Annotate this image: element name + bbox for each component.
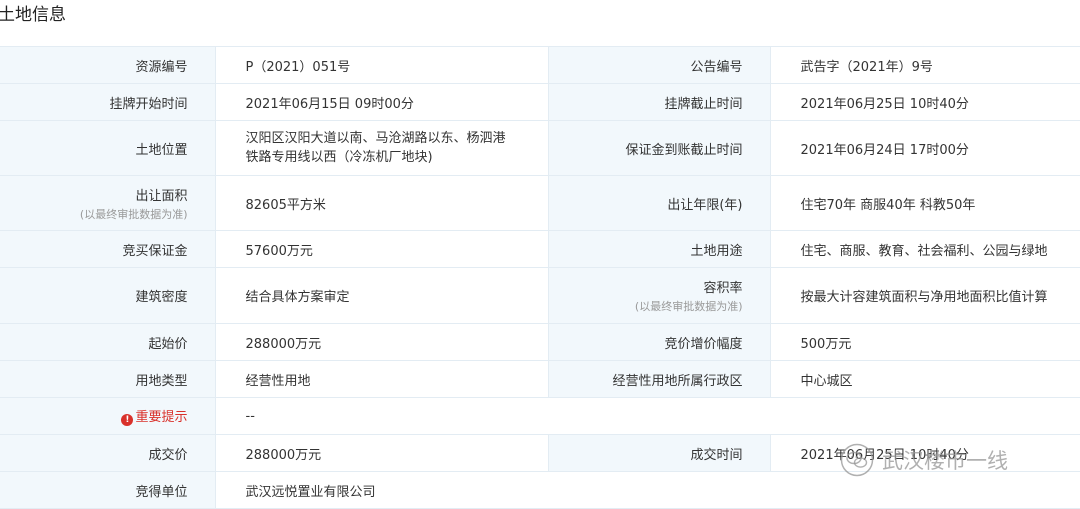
table-row: 建筑密度 结合具体方案审定 容积率 (以最终审批数据为准) 按最大计容建筑面积与… — [0, 267, 1080, 324]
label-winning-bidder: 竞得单位 — [0, 471, 216, 509]
table-row: 成交价 288000万元 成交时间 2021年06月25日 10时40分 — [0, 434, 1080, 472]
label-deposit-deadline: 保证金到账截止时间 — [548, 120, 771, 176]
label-listing-start: 挂牌开始时间 — [0, 83, 216, 121]
value-bid-deposit: 57600万元 — [215, 230, 549, 268]
value-starting-price: 288000万元 — [215, 323, 549, 361]
table-row: 竞买保证金 57600万元 土地用途 住宅、商服、教育、社会福利、公园与绿地 — [0, 230, 1080, 268]
table-row: 用地类型 经营性用地 经营性用地所属行政区 中心城区 — [0, 360, 1080, 398]
table-row: ! 重要提示 -- — [0, 397, 1080, 435]
value-notice-no: 武告字（2021年）9号 — [770, 46, 1080, 84]
plot-ratio-label: 容积率 — [703, 281, 743, 296]
important-notice-label: 重要提示 — [135, 410, 188, 425]
label-transfer-area: 出让面积 (以最终审批数据为准) — [0, 175, 216, 231]
label-listing-end: 挂牌截止时间 — [548, 83, 771, 121]
value-listing-end: 2021年06月25日 10时40分 — [770, 83, 1080, 121]
value-transfer-area: 82605平方米 — [215, 175, 549, 231]
value-deal-price: 288000万元 — [215, 434, 549, 472]
transfer-area-note: (以最终审批数据为准) — [79, 207, 188, 221]
table-row: 土地位置 汉阳区汉阳大道以南、马沧湖路以东、杨泗港 铁路专用线以西（冷冻机厂地块… — [0, 120, 1080, 176]
label-starting-price: 起始价 — [0, 323, 216, 361]
land-location-line1: 汉阳区汉阳大道以南、马沧湖路以东、杨泗港 — [245, 131, 506, 146]
value-deal-time: 2021年06月25日 10时40分 — [770, 434, 1080, 472]
value-land-use: 住宅、商服、教育、社会福利、公园与绿地 — [770, 230, 1080, 268]
value-land-location: 汉阳区汉阳大道以南、马沧湖路以东、杨泗港 铁路专用线以西（冷冻机厂地块) — [215, 120, 549, 176]
table-row: 出让面积 (以最终审批数据为准) 82605平方米 出让年限(年) 住宅70年 … — [0, 175, 1080, 231]
label-transfer-term: 出让年限(年) — [548, 175, 771, 231]
table-row: 起始价 288000万元 竞价增价幅度 500万元 — [0, 323, 1080, 361]
label-deal-price: 成交价 — [0, 434, 216, 472]
table-row: 竞得单位 武汉远悦置业有限公司 — [0, 471, 1080, 509]
label-district: 经营性用地所属行政区 — [548, 360, 771, 398]
transfer-area-label: 出让面积 — [135, 188, 188, 204]
table-row: 资源编号 P（2021）051号 公告编号 武告字（2021年）9号 — [0, 46, 1080, 84]
value-plot-ratio: 按最大计容建筑面积与净用地面积比值计算 — [770, 267, 1080, 324]
label-building-density: 建筑密度 — [0, 267, 216, 324]
value-listing-start: 2021年06月15日 09时00分 — [215, 83, 549, 121]
label-resource-no: 资源编号 — [0, 46, 216, 84]
label-important-notice: ! 重要提示 — [0, 397, 216, 435]
value-district: 中心城区 — [770, 360, 1080, 398]
label-plot-ratio: 容积率 (以最终审批数据为准) — [548, 267, 771, 324]
label-land-type: 用地类型 — [0, 360, 216, 398]
land-location-line2: 铁路专用线以西（冷冻机厂地块) — [245, 150, 433, 165]
label-notice-no: 公告编号 — [548, 46, 771, 84]
value-transfer-term: 住宅70年 商服40年 科教50年 — [770, 175, 1080, 231]
value-resource-no: P（2021）051号 — [215, 46, 549, 84]
label-bid-increment: 竞价增价幅度 — [548, 323, 771, 361]
value-deposit-deadline: 2021年06月24日 17时00分 — [770, 120, 1080, 176]
label-bid-deposit: 竞买保证金 — [0, 230, 216, 268]
value-important-notice: -- — [215, 397, 1080, 435]
value-land-type: 经营性用地 — [215, 360, 549, 398]
value-bid-increment: 500万元 — [770, 323, 1080, 361]
table-row: 挂牌开始时间 2021年06月15日 09时00分 挂牌截止时间 2021年06… — [0, 83, 1080, 121]
label-land-location: 土地位置 — [0, 120, 216, 176]
label-deal-time: 成交时间 — [548, 434, 771, 472]
land-info-table: 资源编号 P（2021）051号 公告编号 武告字（2021年）9号 挂牌开始时… — [0, 46, 1080, 509]
warning-icon: ! — [121, 414, 134, 426]
value-building-density: 结合具体方案审定 — [215, 267, 549, 324]
label-land-use: 土地用途 — [548, 230, 771, 268]
value-winning-bidder: 武汉远悦置业有限公司 — [215, 471, 1080, 509]
section-title: 土地信息 — [0, 5, 66, 25]
plot-ratio-note: (以最终审批数据为准) — [634, 300, 743, 313]
